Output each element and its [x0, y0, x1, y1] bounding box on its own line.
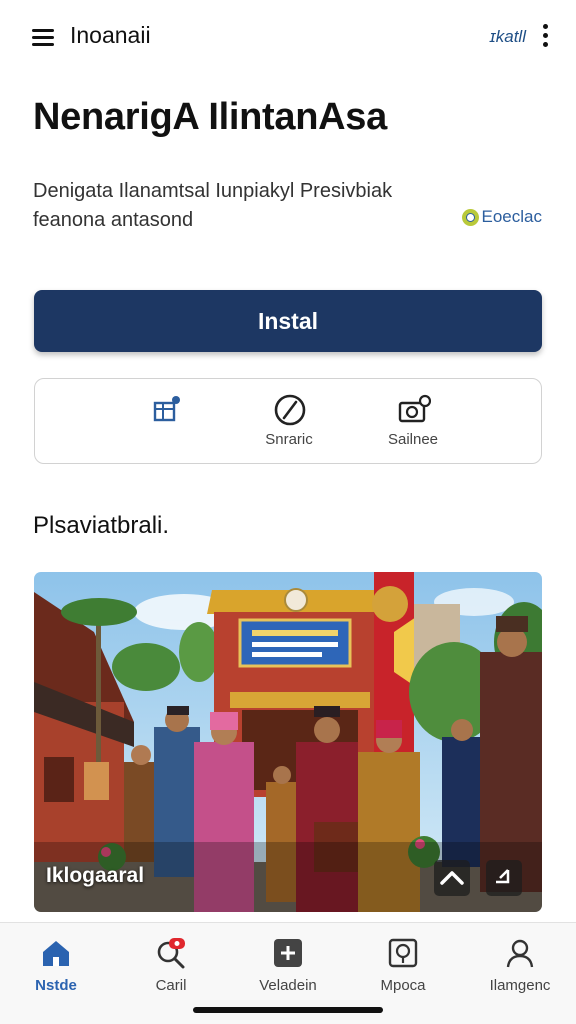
add-icon	[274, 939, 302, 967]
action-label: Snraric	[265, 431, 313, 448]
nav-frame[interactable]: Mpoca	[348, 923, 458, 1003]
bottom-navigation: Nstde Caril Veladein Mpoca Ilamgenc	[0, 922, 576, 1024]
app-title: Inoanaii	[70, 22, 151, 48]
top-app-bar: Inoanaii ɪkatll	[0, 0, 576, 76]
nav-search[interactable]: Caril	[116, 923, 226, 1003]
expand-icon	[496, 869, 510, 884]
search-icon	[157, 938, 185, 969]
block-icon	[274, 394, 306, 426]
photo-caption: Iklogaaral	[46, 864, 145, 887]
camera-action[interactable]: Sailnee	[353, 379, 473, 465]
expand-button[interactable]	[486, 860, 522, 896]
block-action[interactable]: Snraric	[229, 379, 349, 465]
camera-icon	[398, 394, 431, 423]
profile-frame-icon	[388, 938, 418, 968]
page-title: NenarigA IlintanAsa	[33, 96, 387, 138]
nav-home[interactable]: Nstde	[1, 923, 111, 1003]
person-icon	[506, 939, 534, 968]
collapse-button[interactable]	[434, 860, 470, 896]
chevron-up-icon	[440, 871, 464, 885]
open-action[interactable]	[105, 379, 225, 465]
top-link[interactable]: ɪkatll	[490, 27, 526, 47]
featured-photo[interactable]: Iklogaaral	[34, 572, 542, 912]
open-external-icon	[153, 396, 180, 422]
nav-label: Nstde	[35, 977, 77, 994]
nav-label: Ilamgenc	[489, 977, 551, 994]
action-row: Snraric Sailnee	[34, 378, 542, 464]
home-icon	[43, 941, 69, 966]
section-title: Plsaviatbrali.	[33, 512, 170, 539]
more-vertical-icon[interactable]	[540, 24, 550, 52]
install-button[interactable]: Instal	[34, 290, 542, 352]
app-description: Denigata Ilanamtsal Iunpiakyl Presivbiak…	[33, 180, 393, 231]
nav-label: Veladein	[259, 977, 317, 994]
nav-label: Caril	[155, 977, 187, 994]
category-tag[interactable]: Eoeclac	[461, 207, 542, 227]
tag-label: Eoeclac	[481, 207, 542, 226]
home-indicator	[193, 1007, 383, 1013]
nav-profile[interactable]: Ilamgenc	[465, 923, 575, 1003]
tag-icon	[461, 208, 479, 226]
nav-label: Mpoca	[380, 977, 426, 994]
nav-add[interactable]: Veladein	[233, 923, 343, 1003]
menu-icon[interactable]	[30, 26, 56, 48]
action-label: Sailnee	[387, 431, 439, 448]
